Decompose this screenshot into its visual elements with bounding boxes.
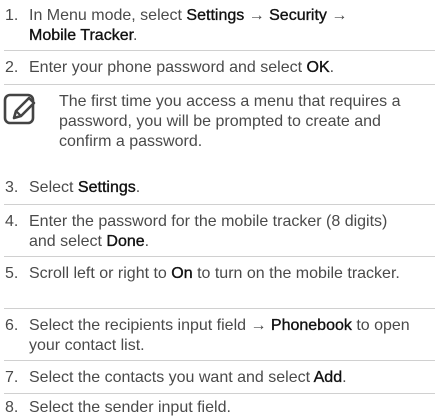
note-block: The first time you access a menu that re… xyxy=(0,92,439,152)
step-text-pre: Select the recipients input field → xyxy=(29,317,271,334)
note-text: The first time you access a menu that re… xyxy=(59,93,401,150)
button-label-ok: OK xyxy=(306,59,330,76)
arrow-separator: → xyxy=(326,7,348,24)
step-text-post: . xyxy=(135,179,141,196)
step-5: 5. Scroll left or right to On to turn on… xyxy=(4,264,436,284)
note-pencil-icon xyxy=(3,93,36,125)
step-4: 4. Enter the password for the mobile tra… xyxy=(4,212,436,252)
button-label-add: Add xyxy=(313,369,343,386)
option-on: On xyxy=(171,265,193,282)
step-8: 8. Select the sender input field. xyxy=(4,398,436,418)
divider xyxy=(4,204,435,205)
step-text: Scroll left or right to On to turn on th… xyxy=(29,264,436,284)
menu-item-mobile-tracker: Mobile Tracker xyxy=(29,27,134,44)
step-text-post: . xyxy=(144,233,150,250)
instruction-page: 1. In Menu mode, select Settings → Secur… xyxy=(0,0,439,420)
step-3: 3. Select Settings. xyxy=(4,178,436,198)
step-text-post: . xyxy=(342,369,347,386)
step-text-pre: Enter your phone password and select xyxy=(29,59,307,76)
menu-item-settings: Settings xyxy=(186,7,245,24)
step-number: 4. xyxy=(5,213,19,230)
menu-item-security: Security xyxy=(269,7,327,24)
divider xyxy=(4,308,435,309)
step-text-pre: Select the sender input field. xyxy=(29,399,231,416)
step-text: Enter the password for the mobile tracke… xyxy=(29,212,436,252)
step-text-pre: Enter the password for the mobile tracke… xyxy=(29,213,388,250)
step-text-pre: Select the contacts you want and select xyxy=(29,369,314,386)
step-number: 8. xyxy=(5,399,19,416)
step-text-pre: In Menu mode, select xyxy=(29,7,187,24)
step-text-post: . xyxy=(133,27,138,44)
button-label-done: Done xyxy=(106,233,145,250)
step-number: 6. xyxy=(5,317,19,334)
step-text: Enter your phone password and select OK. xyxy=(29,58,436,78)
step-number: 1. xyxy=(5,7,19,24)
step-text: In Menu mode, select Settings → Security… xyxy=(29,6,436,46)
step-1: 1. In Menu mode, select Settings → Secur… xyxy=(4,6,436,46)
menu-item-phonebook: Phonebook xyxy=(270,317,352,334)
step-number: 3. xyxy=(5,179,19,196)
step-text: Select the recipients input field → Phon… xyxy=(29,316,436,356)
step-6: 6. Select the recipients input field → P… xyxy=(4,316,436,356)
step-text-post: . xyxy=(329,59,335,76)
step-text-pre: Select xyxy=(29,179,78,196)
divider xyxy=(4,84,435,85)
step-7: 7. Select the contacts you want and sele… xyxy=(4,368,436,388)
step-2: 2. Enter your phone password and select … xyxy=(4,58,436,78)
divider xyxy=(4,360,435,361)
arrow-separator: → xyxy=(244,7,270,24)
divider xyxy=(4,393,435,394)
step-text-post: to turn on the mobile tracker. xyxy=(192,265,400,282)
menu-item-settings: Settings xyxy=(77,179,136,196)
step-number: 5. xyxy=(5,265,19,282)
step-text: Select the sender input field. xyxy=(29,398,436,418)
divider xyxy=(4,50,435,51)
step-number: 2. xyxy=(5,59,19,76)
divider xyxy=(4,256,435,257)
step-text: Select the contacts you want and select … xyxy=(29,368,436,388)
step-text: Select Settings. xyxy=(29,178,436,198)
step-text-pre: Scroll left or right to xyxy=(29,265,172,282)
step-number: 7. xyxy=(5,369,19,386)
